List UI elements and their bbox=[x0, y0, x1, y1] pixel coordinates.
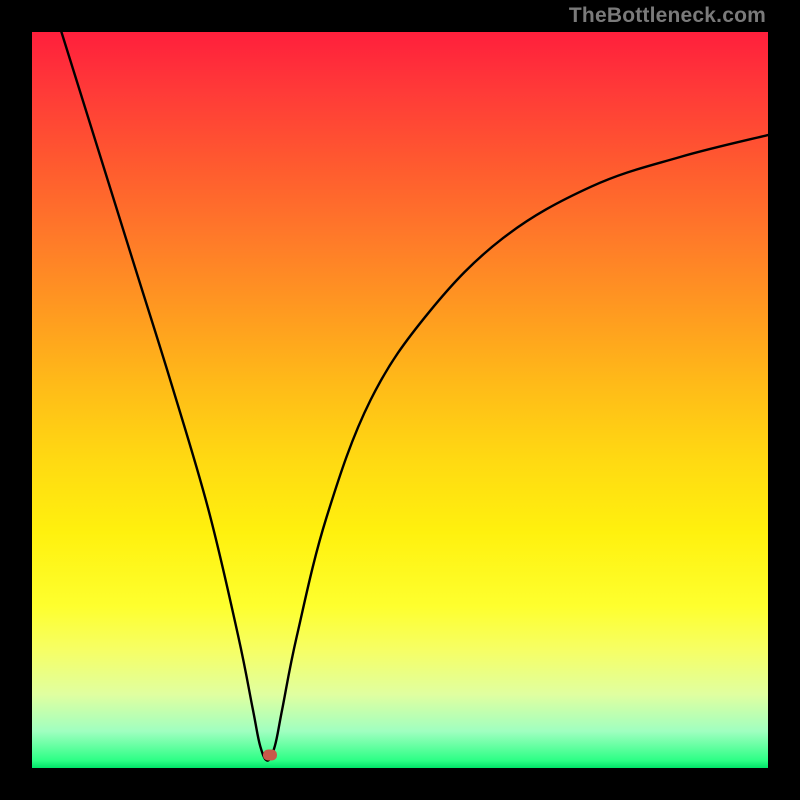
chart-frame: TheBottleneck.com bbox=[0, 0, 800, 800]
watermark-text: TheBottleneck.com bbox=[569, 4, 766, 28]
plot-area bbox=[32, 32, 768, 768]
bottleneck-marker bbox=[263, 750, 277, 761]
bottleneck-curve bbox=[61, 32, 768, 761]
curve-layer bbox=[32, 32, 768, 768]
